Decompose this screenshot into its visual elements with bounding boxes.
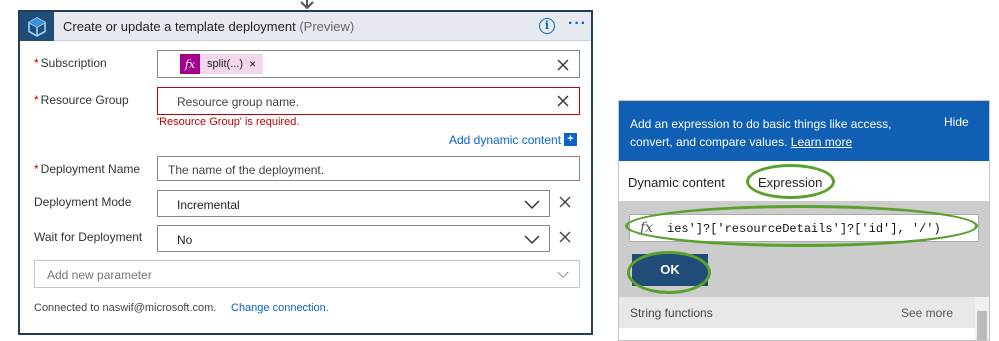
deployment-name-label-text: Deployment Name <box>40 162 141 176</box>
tab-expression[interactable]: Expression <box>758 175 822 190</box>
learn-more-link[interactable]: Learn more <box>791 135 852 149</box>
add-new-parameter-select[interactable]: Add new parameter <box>34 260 580 288</box>
clear-icon[interactable] <box>556 58 570 72</box>
resource-group-error: 'Resource Group' is required. <box>157 116 300 128</box>
plus-icon[interactable]: + <box>564 133 577 146</box>
token-remove-button[interactable]: × <box>249 57 263 71</box>
expression-panel: Add an expression to do basic things lik… <box>618 100 990 341</box>
remove-deployment-mode-icon[interactable] <box>558 195 572 209</box>
card-title-text: Create or update a template deployment <box>63 19 296 34</box>
required-mark: * <box>34 93 39 107</box>
clear-icon[interactable] <box>556 94 570 108</box>
scrollbar-thumb[interactable] <box>977 311 987 340</box>
add-dynamic-content-link[interactable]: Add dynamic content <box>449 133 561 147</box>
ok-button[interactable]: OK <box>632 254 708 286</box>
expression-editor-area: fx ies']?['resourceDetails']?['id'], '/'… <box>619 201 989 297</box>
card-title: Create or update a template deployment (… <box>63 19 354 34</box>
connector-arrow-icon <box>300 0 314 10</box>
required-mark: * <box>34 162 39 176</box>
wait-for-deployment-label-text: Wait for Deployment <box>34 230 143 244</box>
resource-group-label: * Resource Group <box>34 93 129 107</box>
more-options-icon[interactable]: ··· <box>568 15 587 33</box>
see-more-link[interactable]: See more <box>901 306 953 320</box>
resource-group-label-text: Resource Group <box>40 93 129 107</box>
info-icon[interactable]: i <box>539 18 555 34</box>
deployment-name-placeholder: The name of the deployment. <box>168 163 325 177</box>
hide-button[interactable]: Hide <box>944 115 969 129</box>
expression-value: ies']?['resourceDetails']?['id'], '/') <box>667 222 941 236</box>
template-cube-icon <box>20 12 54 41</box>
split-expression-token[interactable]: fx split(...) × <box>180 54 264 74</box>
subscription-field[interactable]: fx split(...) × <box>157 50 580 78</box>
subscription-label: * Subscription <box>34 56 107 70</box>
expression-input[interactable]: fx ies']?['resourceDetails']?['id'], '/'… <box>629 214 979 242</box>
preview-tag: (Preview) <box>299 19 355 34</box>
change-connection-link[interactable]: Change connection. <box>231 302 329 314</box>
deployment-mode-label-text: Deployment Mode <box>34 195 132 209</box>
subscription-label-text: Subscription <box>40 56 107 70</box>
resource-group-placeholder: Resource group name. <box>177 95 300 109</box>
deployment-name-label: * Deployment Name <box>34 162 140 176</box>
chevron-down-icon[interactable] <box>557 271 569 279</box>
section-title: String functions <box>630 306 713 320</box>
fx-icon: fx <box>640 220 654 236</box>
token-label: split(...) <box>207 58 244 70</box>
wait-for-deployment-label: Wait for Deployment <box>34 230 142 244</box>
card-header[interactable]: Create or update a template deployment (… <box>20 12 591 41</box>
panel-description: Add an expression to do basic things lik… <box>630 115 930 151</box>
string-functions-section: String functions See more <box>619 297 989 328</box>
template-deployment-card: Create or update a template deployment (… <box>18 10 593 335</box>
deployment-mode-value: Incremental <box>177 198 240 212</box>
panel-description-text: Add an expression to do basic things lik… <box>630 117 892 149</box>
remove-wait-for-deployment-icon[interactable] <box>558 230 572 244</box>
tab-dynamic-content[interactable]: Dynamic content <box>628 175 725 190</box>
wait-for-deployment-value: No <box>177 233 193 247</box>
chevron-down-icon[interactable] <box>524 200 540 210</box>
fx-icon: fx <box>180 54 200 74</box>
resource-group-field[interactable]: Resource group name. <box>157 87 580 115</box>
panel-scrollbar[interactable] <box>975 297 989 340</box>
add-parameter-placeholder: Add new parameter <box>47 268 152 282</box>
panel-header: Add an expression to do basic things lik… <box>619 101 989 161</box>
deployment-mode-label: Deployment Mode <box>34 195 131 209</box>
wait-for-deployment-select[interactable]: No <box>157 225 550 252</box>
required-mark: * <box>34 56 39 70</box>
deployment-name-field[interactable]: The name of the deployment. <box>157 156 580 181</box>
connection-status: Connected to naswif@microsoft.com. <box>34 302 217 314</box>
deployment-mode-select[interactable]: Incremental <box>157 190 550 217</box>
chevron-down-icon[interactable] <box>524 235 540 245</box>
